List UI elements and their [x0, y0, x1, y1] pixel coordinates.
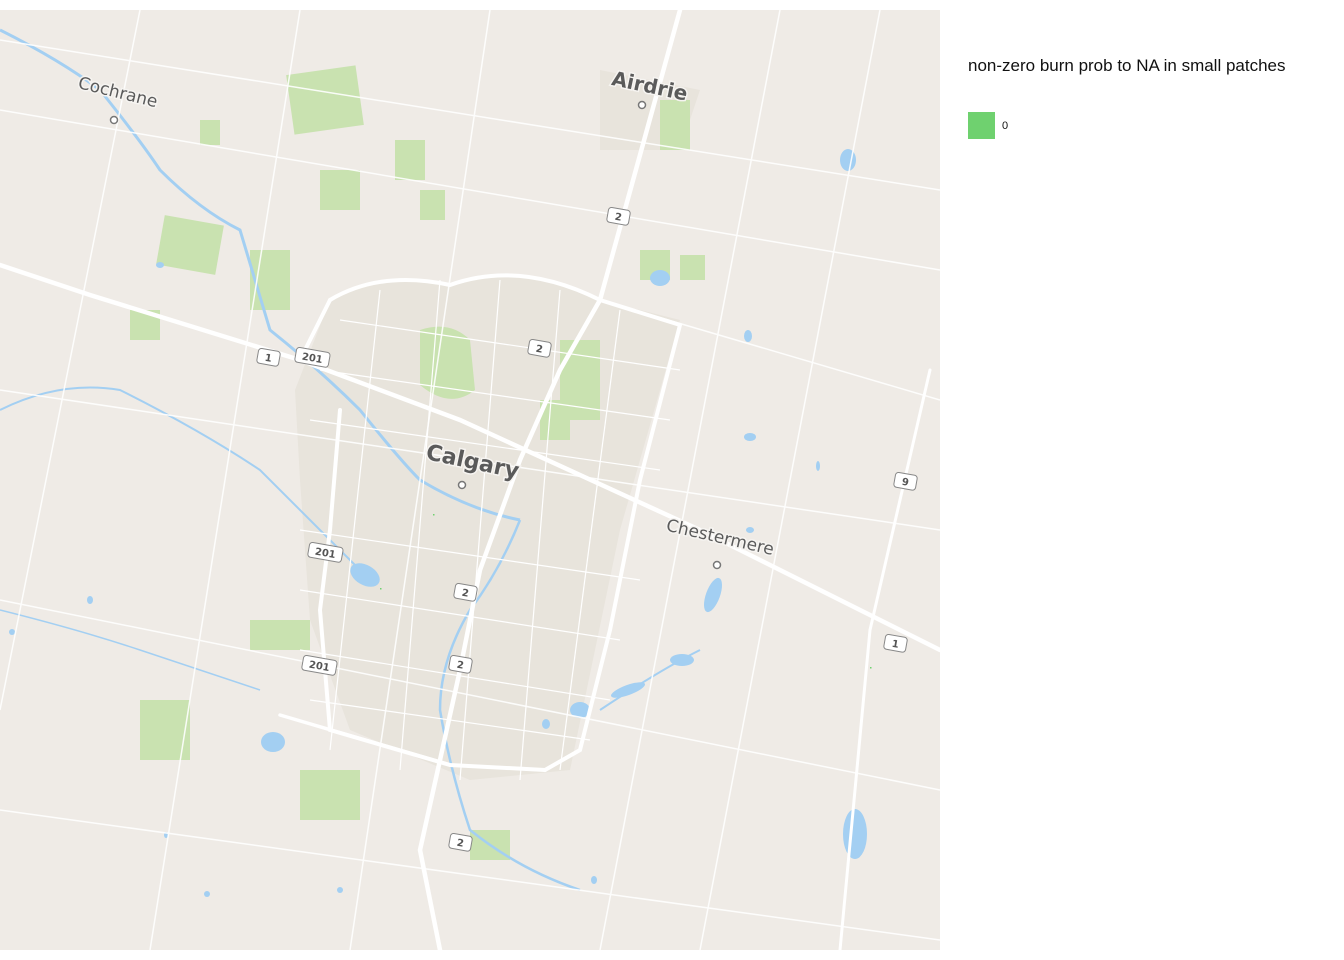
- highway-shield-2b: 2: [527, 338, 552, 358]
- highway-shield-2a: 2: [606, 206, 631, 226]
- highway-shield-1b: 1: [883, 633, 908, 653]
- highway-shield-2e: 2: [448, 832, 473, 852]
- legend-item: 0: [968, 112, 1008, 139]
- map-legend: non-zero burn prob to NA in small patche…: [968, 56, 1338, 139]
- place-label-cochrane: Cochrane: [76, 73, 159, 112]
- legend-title: non-zero burn prob to NA in small patche…: [968, 56, 1286, 75]
- basemap-svg: Airdrie Cochrane Calgary Chestermere 1 2…: [0, 10, 940, 950]
- place-label-chestermere: Chestermere: [664, 516, 776, 560]
- highway-shield-2d: 2: [448, 654, 473, 674]
- legend-item-label: 0: [1002, 119, 1009, 132]
- highway-shield-9: 9: [893, 471, 918, 491]
- legend-swatch: [968, 112, 995, 139]
- highway-shield-2c: 2: [453, 582, 478, 602]
- urban-area: [295, 275, 680, 780]
- highway-shield-1a: 1: [256, 347, 281, 367]
- basemap[interactable]: Airdrie Cochrane Calgary Chestermere 1 2…: [0, 10, 940, 950]
